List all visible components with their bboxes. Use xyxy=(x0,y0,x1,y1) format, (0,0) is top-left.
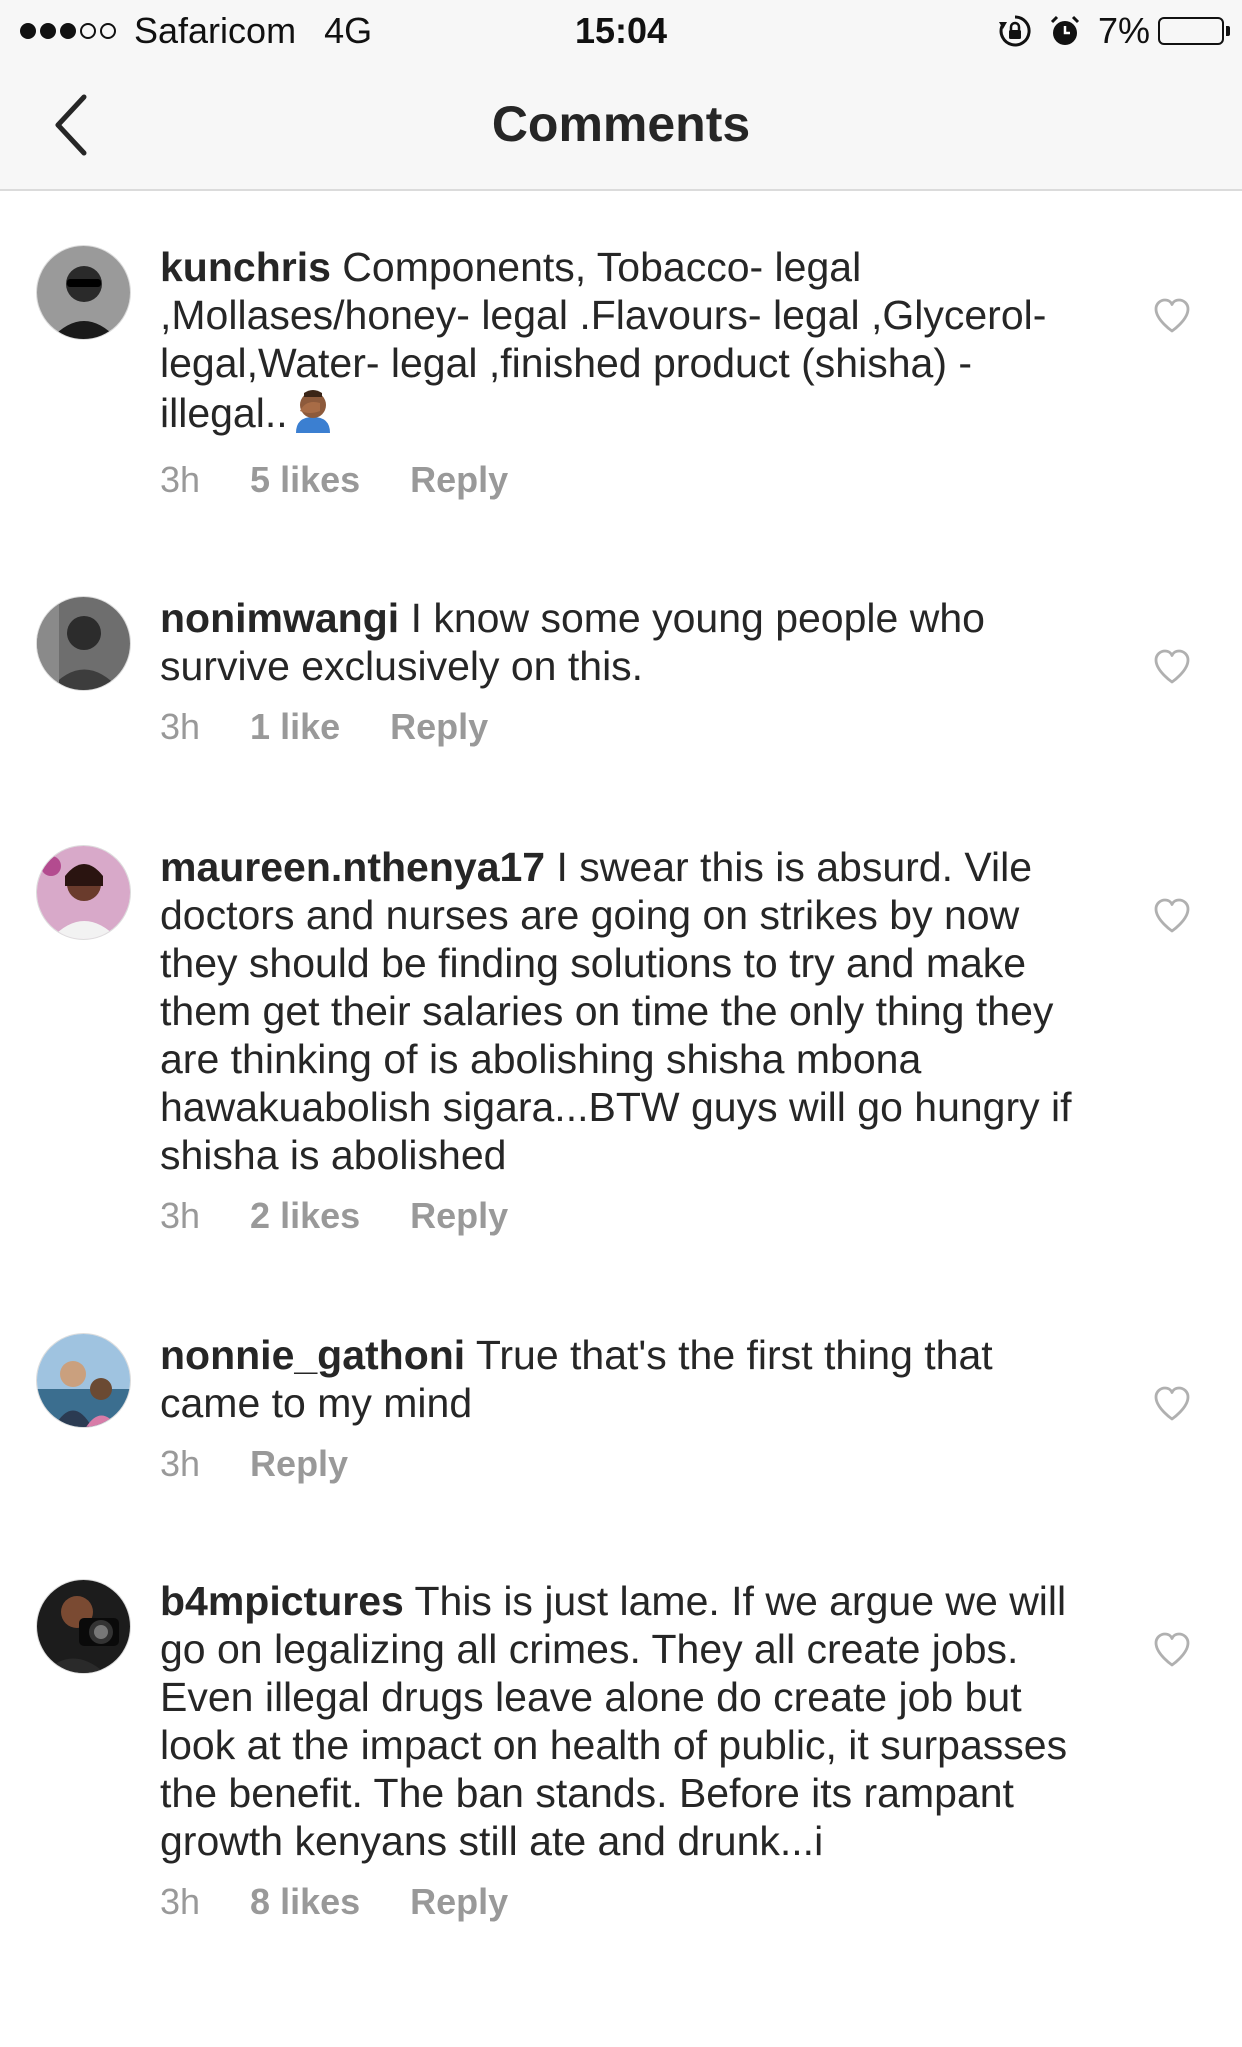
status-bar-right: 7% xyxy=(998,10,1230,52)
comment-time: 3h xyxy=(160,1195,201,1236)
avatar[interactable] xyxy=(36,1579,131,1674)
comment-time: 3h xyxy=(160,1443,201,1484)
comment-username[interactable]: b4mpictures xyxy=(160,1578,404,1624)
status-bar: Safaricom 4G 15:04 7% xyxy=(0,0,1242,60)
comment-item: nonnie_gathoni True that's the first thi… xyxy=(0,1279,1242,1525)
battery-percent: 7% xyxy=(1097,10,1150,51)
heart-icon xyxy=(1154,898,1190,933)
reply-button[interactable]: Reply xyxy=(410,1195,508,1237)
rotation-lock-icon xyxy=(998,14,1032,48)
comment-text: kunchris Components, Tobacco- legal ,Mol… xyxy=(160,243,1080,443)
comment-text: nonimwangi I know some young people who … xyxy=(160,594,1080,690)
like-button[interactable] xyxy=(1152,647,1192,687)
comment-item: b4mpictures This is just lame. If we arg… xyxy=(0,1525,1242,1985)
avatar[interactable] xyxy=(36,1333,131,1428)
like-button[interactable] xyxy=(1152,296,1192,336)
comment-item: kunchris Components, Tobacco- legal ,Mol… xyxy=(0,191,1242,542)
comment-likes[interactable]: 2 likes xyxy=(250,1195,360,1237)
comment-likes[interactable]: 1 like xyxy=(250,706,340,748)
comment-username[interactable]: nonimwangi xyxy=(160,595,399,641)
comment-likes[interactable]: 5 likes xyxy=(250,459,360,501)
comment-item: maureen.nthenya17 I swear this is absurd… xyxy=(0,791,1242,1279)
like-button[interactable] xyxy=(1152,1630,1192,1670)
comment-meta: 3h 2 likes Reply xyxy=(160,1195,1080,1237)
comment-content: I swear this is absurd. Vile doctors and… xyxy=(160,844,1072,1178)
like-button[interactable] xyxy=(1152,1384,1192,1424)
comment-meta: 3h 1 like Reply xyxy=(160,706,1080,748)
heart-icon xyxy=(1154,298,1190,333)
comment-time: 3h xyxy=(160,1881,201,1922)
alarm-clock-icon xyxy=(1048,14,1082,48)
heart-icon xyxy=(1154,649,1190,684)
comment-text: nonnie_gathoni True that's the first thi… xyxy=(160,1331,1080,1427)
avatar[interactable] xyxy=(36,245,131,340)
comment-text: maureen.nthenya17 I swear this is absurd… xyxy=(160,843,1080,1179)
facepalm-emoji-icon xyxy=(290,387,336,443)
comments-list: kunchris Components, Tobacco- legal ,Mol… xyxy=(0,191,1242,1985)
page-title: Comments xyxy=(491,96,751,152)
reply-button[interactable]: Reply xyxy=(410,459,508,501)
comment-meta: 3h 8 likes Reply xyxy=(160,1881,1080,1923)
heart-icon xyxy=(1154,1632,1190,1667)
comment-username[interactable]: maureen.nthenya17 xyxy=(160,844,545,890)
comment-meta: 3h 5 likes Reply xyxy=(160,459,1080,501)
comment-text: b4mpictures This is just lame. If we arg… xyxy=(160,1577,1080,1865)
navigation-header: Comments xyxy=(0,60,1242,191)
comment-likes[interactable]: 8 likes xyxy=(250,1881,360,1923)
reply-button[interactable]: Reply xyxy=(410,1881,508,1923)
avatar[interactable] xyxy=(36,845,131,940)
comment-time: 3h xyxy=(160,706,201,747)
heart-icon xyxy=(1154,1386,1190,1421)
reply-button[interactable]: Reply xyxy=(390,706,488,748)
like-button[interactable] xyxy=(1152,896,1192,936)
reply-button[interactable]: Reply xyxy=(250,1443,348,1485)
avatar[interactable] xyxy=(36,596,131,691)
comment-time: 3h xyxy=(160,459,201,500)
comment-username[interactable]: nonnie_gathoni xyxy=(160,1332,465,1378)
comment-meta: 3h Reply xyxy=(160,1443,1080,1485)
comment-username[interactable]: kunchris xyxy=(160,244,331,290)
battery-icon xyxy=(1158,17,1230,45)
comment-item: nonimwangi I know some young people who … xyxy=(0,542,1242,791)
